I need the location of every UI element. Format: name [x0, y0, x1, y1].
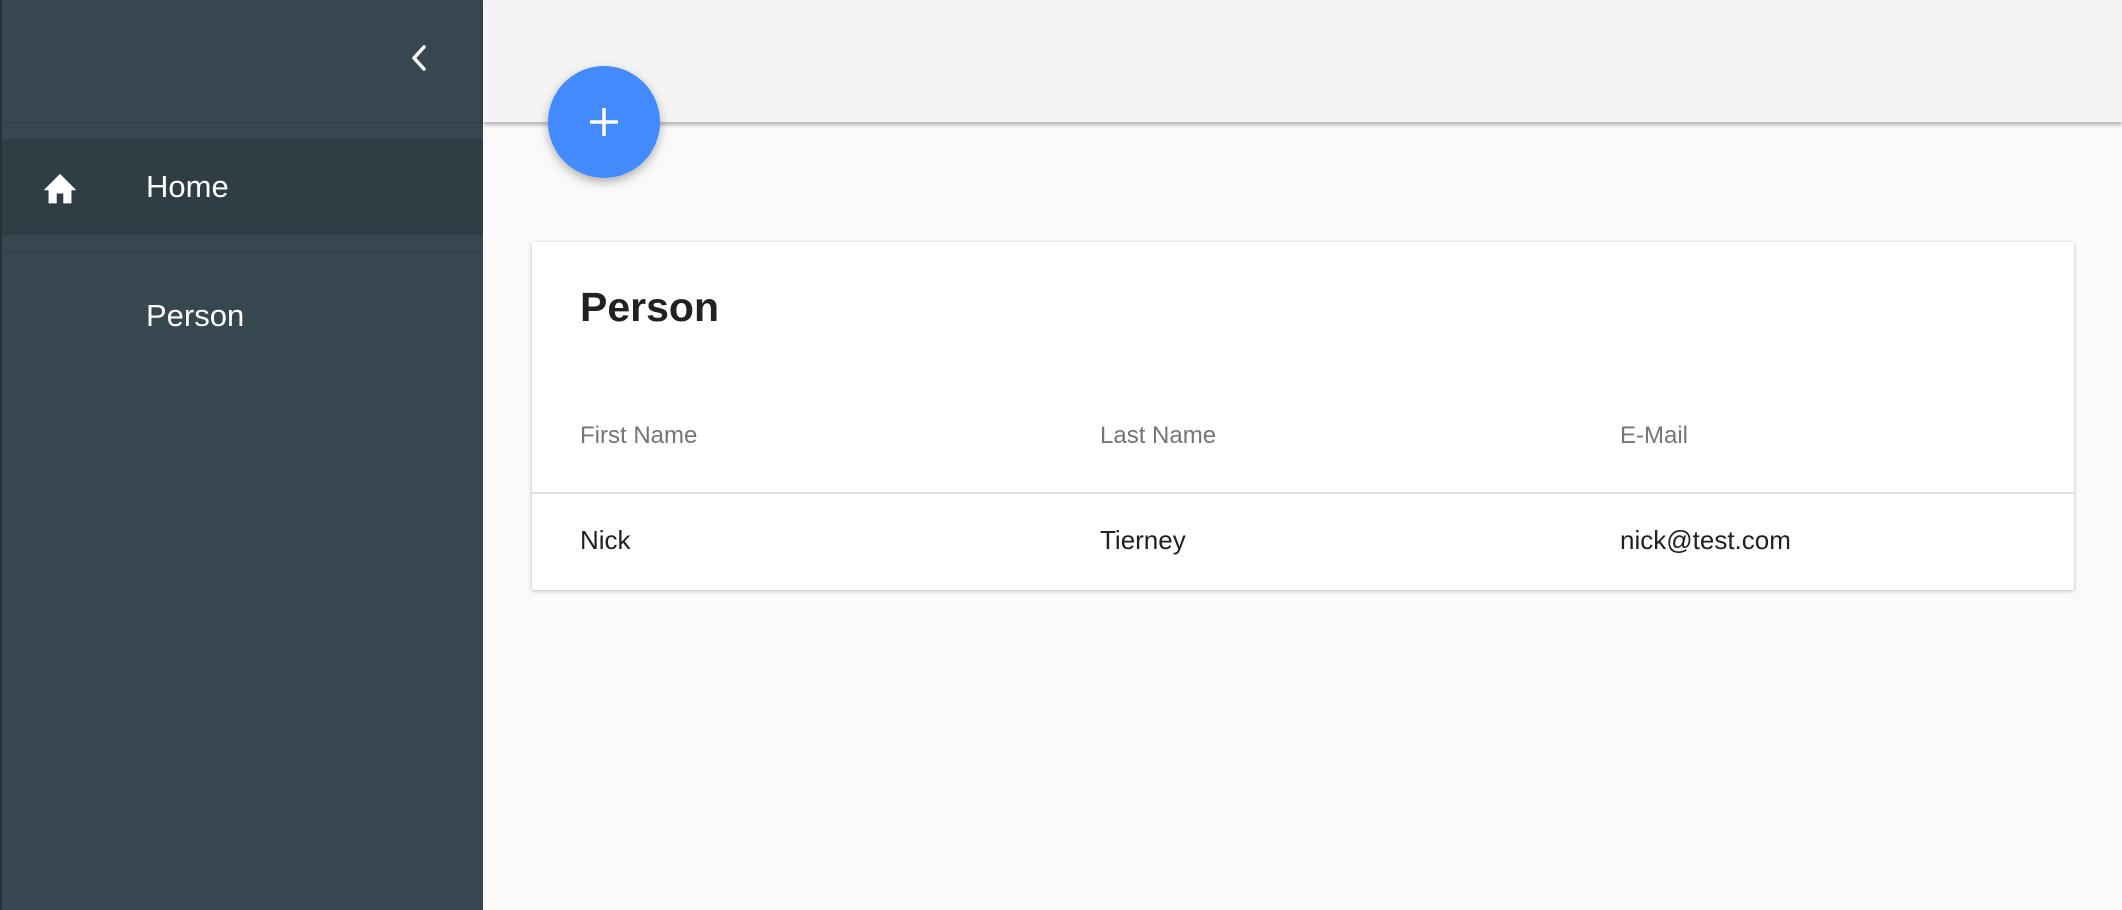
- sidebar-item-home[interactable]: Home: [2, 139, 483, 235]
- sidebar-item-label: Person: [146, 298, 245, 333]
- app: Home Person Person First Name Last Name …: [0, 0, 2122, 910]
- plus-icon: [590, 108, 618, 136]
- column-header-email: E-Mail: [1620, 422, 1689, 449]
- home-icon: [40, 167, 80, 207]
- sidebar-item-label: Home: [146, 169, 229, 204]
- card-title: Person: [580, 284, 719, 330]
- cell-email: nick@test.com: [1620, 525, 1791, 555]
- top-app-bar: [483, 0, 2122, 122]
- sidebar-header: [2, 0, 483, 123]
- collapse-sidebar-button[interactable]: [402, 38, 436, 78]
- sidebar-item-person[interactable]: Person: [2, 268, 483, 364]
- sidebar: Home Person: [0, 0, 483, 910]
- person-card: Person First Name Last Name E-Mail Nick …: [532, 242, 2074, 590]
- header-divider: [532, 492, 2074, 494]
- cell-last-name: Tierney: [1100, 525, 1186, 555]
- add-button[interactable]: [548, 66, 660, 178]
- column-header-first-name: First Name: [580, 422, 698, 449]
- cell-first-name: Nick: [580, 525, 631, 555]
- divider: [2, 252, 483, 253]
- chevron-left-icon: [412, 45, 426, 71]
- column-header-last-name: Last Name: [1100, 422, 1217, 449]
